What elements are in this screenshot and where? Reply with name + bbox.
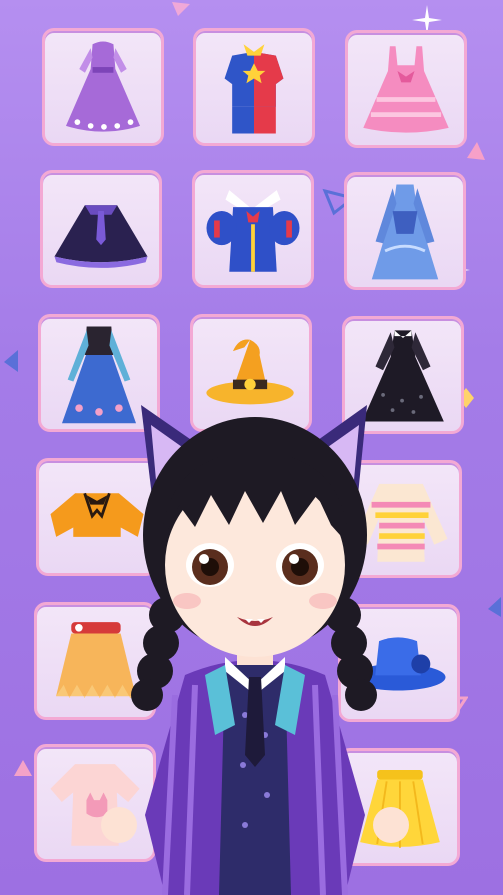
wardrobe-item-blue-princess-dress[interactable] bbox=[344, 172, 466, 290]
wardrobe-item-jester-outfit[interactable] bbox=[193, 28, 315, 146]
dress-up-girl-avatar[interactable] bbox=[95, 395, 415, 895]
pink-dress-icon bbox=[363, 46, 449, 133]
triangle-decoration bbox=[465, 140, 487, 166]
wardrobe-item-snow-white-top[interactable] bbox=[192, 170, 314, 288]
wardrobe-item-pink-dress[interactable] bbox=[345, 30, 467, 148]
triangle-decoration bbox=[2, 348, 20, 378]
triangle-decoration bbox=[486, 595, 503, 623]
dark-cape-icon bbox=[54, 205, 148, 268]
wardrobe-item-purple-gown[interactable] bbox=[42, 28, 164, 146]
wardrobe-item-dark-cape[interactable] bbox=[40, 170, 162, 288]
jester-outfit-icon bbox=[224, 44, 284, 134]
triangle-decoration bbox=[12, 758, 34, 782]
purple-gown-icon bbox=[65, 41, 141, 132]
snow-white-top-icon bbox=[206, 190, 300, 272]
blue-princess-dress-icon bbox=[371, 184, 439, 280]
triangle-decoration bbox=[170, 0, 192, 22]
